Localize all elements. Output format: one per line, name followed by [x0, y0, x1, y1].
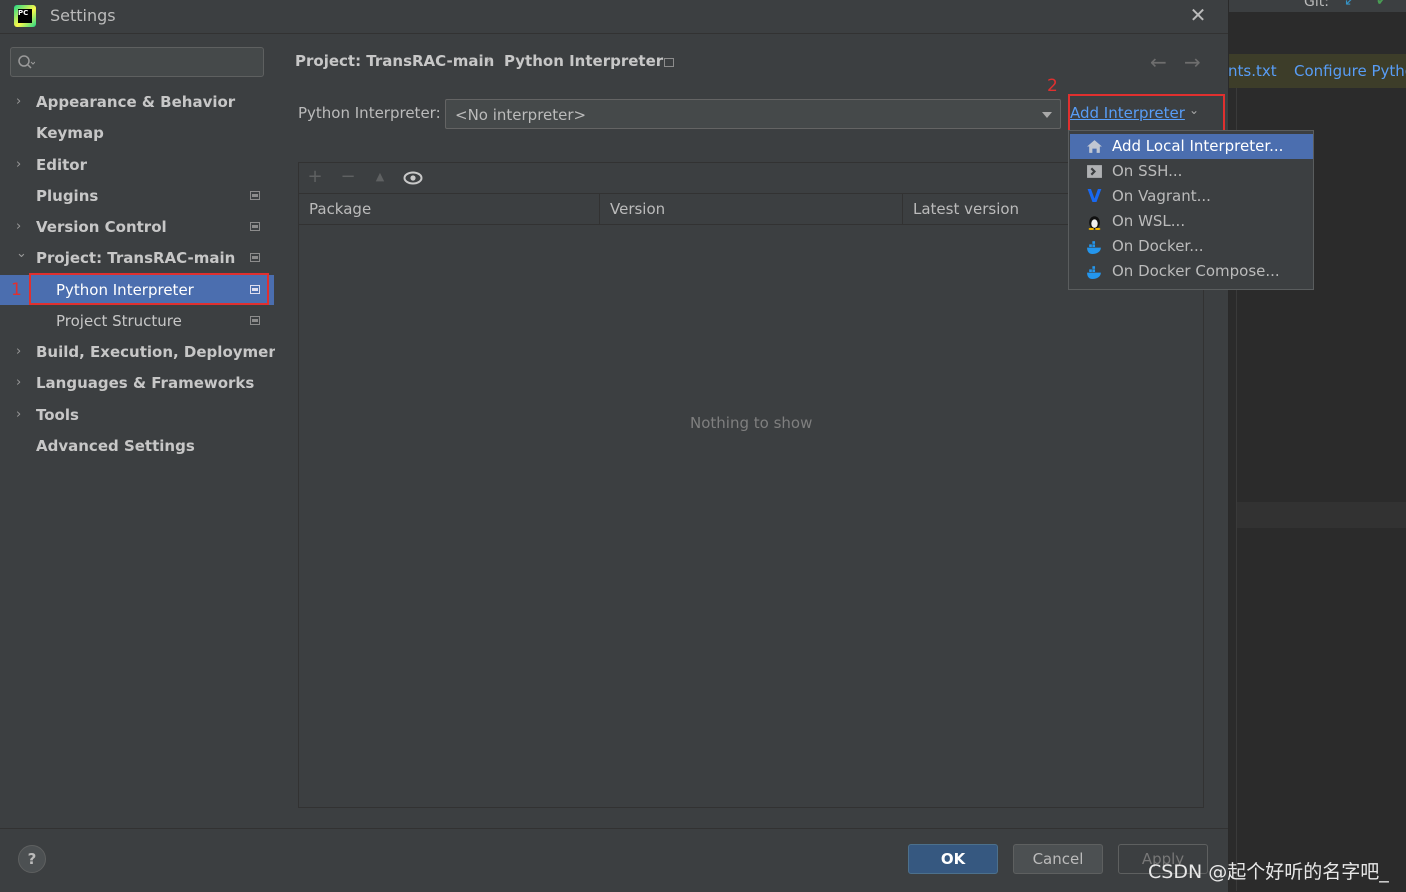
- breadcrumb-page: Python Interpreter: [504, 52, 664, 70]
- menu-item-on-docker-compose[interactable]: On Docker Compose...: [1070, 259, 1313, 284]
- menu-item-label: On WSL...: [1112, 212, 1186, 230]
- annotation-number-2: 2: [1047, 76, 1058, 96]
- terminal-icon: [1087, 165, 1102, 178]
- project-scope-icon: [250, 191, 260, 200]
- docker-icon: [1087, 241, 1101, 254]
- sidebar-item-appearance-behavior[interactable]: › Appearance & Behavior: [0, 87, 274, 117]
- git-commit-icon: ✔: [1376, 0, 1388, 9]
- menu-item-label: On Docker...: [1112, 237, 1204, 255]
- menu-item-label: Add Local Interpreter...: [1112, 137, 1284, 155]
- project-scope-icon: [250, 316, 260, 325]
- background-notification-bar: nts.txt Configure Pytho: [1228, 54, 1406, 88]
- chevron-down-icon[interactable]: ⌄: [16, 239, 30, 269]
- sidebar-item-project-structure[interactable]: Project Structure: [0, 306, 274, 336]
- project-scope-icon: [664, 58, 674, 67]
- python-interpreter-select[interactable]: <No interpreter>: [445, 99, 1061, 129]
- annotation-number-1: 1: [11, 280, 22, 300]
- column-version[interactable]: Version: [600, 194, 903, 224]
- sidebar-item-languages-frameworks[interactable]: › Languages & Frameworks: [0, 368, 274, 398]
- sidebar-item-label: Version Control: [36, 218, 167, 236]
- add-package-icon[interactable]: +: [305, 166, 325, 188]
- sidebar-item-label: Keymap: [36, 124, 104, 142]
- add-interpreter-menu: Add Local Interpreter... On SSH... V On …: [1068, 130, 1314, 290]
- docker-compose-icon: [1087, 266, 1101, 279]
- sidebar-item-build-execution-deployment[interactable]: › Build, Execution, Deployment: [0, 337, 286, 367]
- sidebar-item-label: Advanced Settings: [36, 437, 195, 455]
- menu-item-add-local-interpreter[interactable]: Add Local Interpreter...: [1070, 134, 1313, 159]
- sidebar-item-version-control[interactable]: › Version Control: [0, 212, 274, 242]
- sidebar-item-advanced-settings[interactable]: Advanced Settings: [0, 431, 274, 461]
- empty-table-text: Nothing to show: [690, 414, 813, 432]
- breadcrumb-separator: ›: [486, 52, 492, 68]
- sidebar-item-plugins[interactable]: Plugins: [0, 181, 274, 211]
- editor-current-line: [1237, 502, 1406, 528]
- sidebar-item-tools[interactable]: › Tools: [0, 400, 274, 430]
- cancel-button[interactable]: Cancel: [1013, 844, 1103, 874]
- breadcrumb-project: Project: TransRAC-main: [295, 52, 495, 70]
- sidebar-item-label: Project: TransRAC-main: [36, 249, 236, 267]
- menu-item-on-docker[interactable]: On Docker...: [1070, 234, 1313, 259]
- column-package[interactable]: Package: [299, 194, 600, 224]
- upgrade-package-icon[interactable]: ▲: [370, 166, 390, 188]
- sidebar-item-label: Languages & Frameworks: [36, 374, 255, 392]
- git-label: Git:: [1304, 0, 1329, 10]
- dropdown-arrow-icon[interactable]: [1042, 112, 1052, 118]
- linux-penguin-icon: [1088, 216, 1101, 230]
- house-icon: [1087, 140, 1102, 153]
- vagrant-icon: V: [1087, 186, 1102, 207]
- chevron-right-icon[interactable]: ›: [16, 150, 30, 180]
- remove-package-icon[interactable]: −: [338, 166, 358, 188]
- annotation-box-2: [1068, 94, 1225, 134]
- menu-item-label: On Vagrant...: [1112, 187, 1211, 205]
- menu-item-on-wsl[interactable]: On WSL...: [1070, 209, 1313, 234]
- menu-item-label: On Docker Compose...: [1112, 262, 1280, 280]
- git-update-icon: ↙: [1344, 0, 1356, 9]
- close-icon[interactable]: ✕: [1187, 4, 1209, 26]
- menu-item-label: On SSH...: [1112, 162, 1183, 180]
- annotation-box-1: [29, 273, 269, 305]
- pycharm-logo-icon: PC: [14, 5, 36, 27]
- dialog-title-bar: [0, 0, 1228, 34]
- window-title: Settings: [50, 6, 116, 25]
- forward-arrow-icon[interactable]: →: [1184, 50, 1201, 74]
- sidebar-item-label: Editor: [36, 156, 87, 174]
- chevron-right-icon[interactable]: ›: [16, 87, 30, 117]
- sidebar-item-editor[interactable]: › Editor: [0, 150, 274, 180]
- sidebar-item-label: Project Structure: [56, 312, 182, 330]
- sidebar-item-label: Appearance & Behavior: [36, 93, 236, 111]
- search-icon: [18, 55, 35, 69]
- ok-button[interactable]: OK: [908, 844, 998, 874]
- menu-item-on-vagrant[interactable]: V On Vagrant...: [1070, 184, 1313, 209]
- project-scope-icon: [250, 222, 260, 231]
- notification-file-link[interactable]: nts.txt: [1228, 62, 1277, 80]
- watermark-text: CSDN @起个好听的名字吧_: [1148, 861, 1389, 883]
- project-scope-icon: [250, 253, 260, 262]
- chevron-right-icon[interactable]: ›: [16, 368, 30, 398]
- sidebar-item-label: Tools: [36, 406, 79, 424]
- chevron-right-icon[interactable]: ›: [16, 212, 30, 242]
- sidebar-item-project-transrac-main[interactable]: ⌄ Project: TransRAC-main: [0, 243, 274, 273]
- sidebar-item-label: Build, Execution, Deployment: [36, 343, 287, 361]
- help-button[interactable]: ?: [18, 845, 46, 873]
- python-interpreter-label: Python Interpreter:: [298, 104, 441, 122]
- eye-icon[interactable]: [403, 170, 423, 186]
- configure-python-link[interactable]: Configure Pytho: [1294, 62, 1406, 80]
- chevron-right-icon[interactable]: ›: [16, 337, 30, 367]
- settings-search-input[interactable]: [10, 47, 264, 77]
- menu-item-on-ssh[interactable]: On SSH...: [1070, 159, 1313, 184]
- chevron-right-icon[interactable]: ›: [16, 400, 30, 430]
- background-ide-toolbar: Git: ↙ ✔: [1228, 0, 1406, 12]
- back-arrow-icon[interactable]: ←: [1150, 50, 1167, 74]
- interpreter-select-value: <No interpreter>: [455, 106, 587, 124]
- sidebar-item-keymap[interactable]: Keymap: [0, 118, 274, 148]
- sidebar-item-label: Plugins: [36, 187, 99, 205]
